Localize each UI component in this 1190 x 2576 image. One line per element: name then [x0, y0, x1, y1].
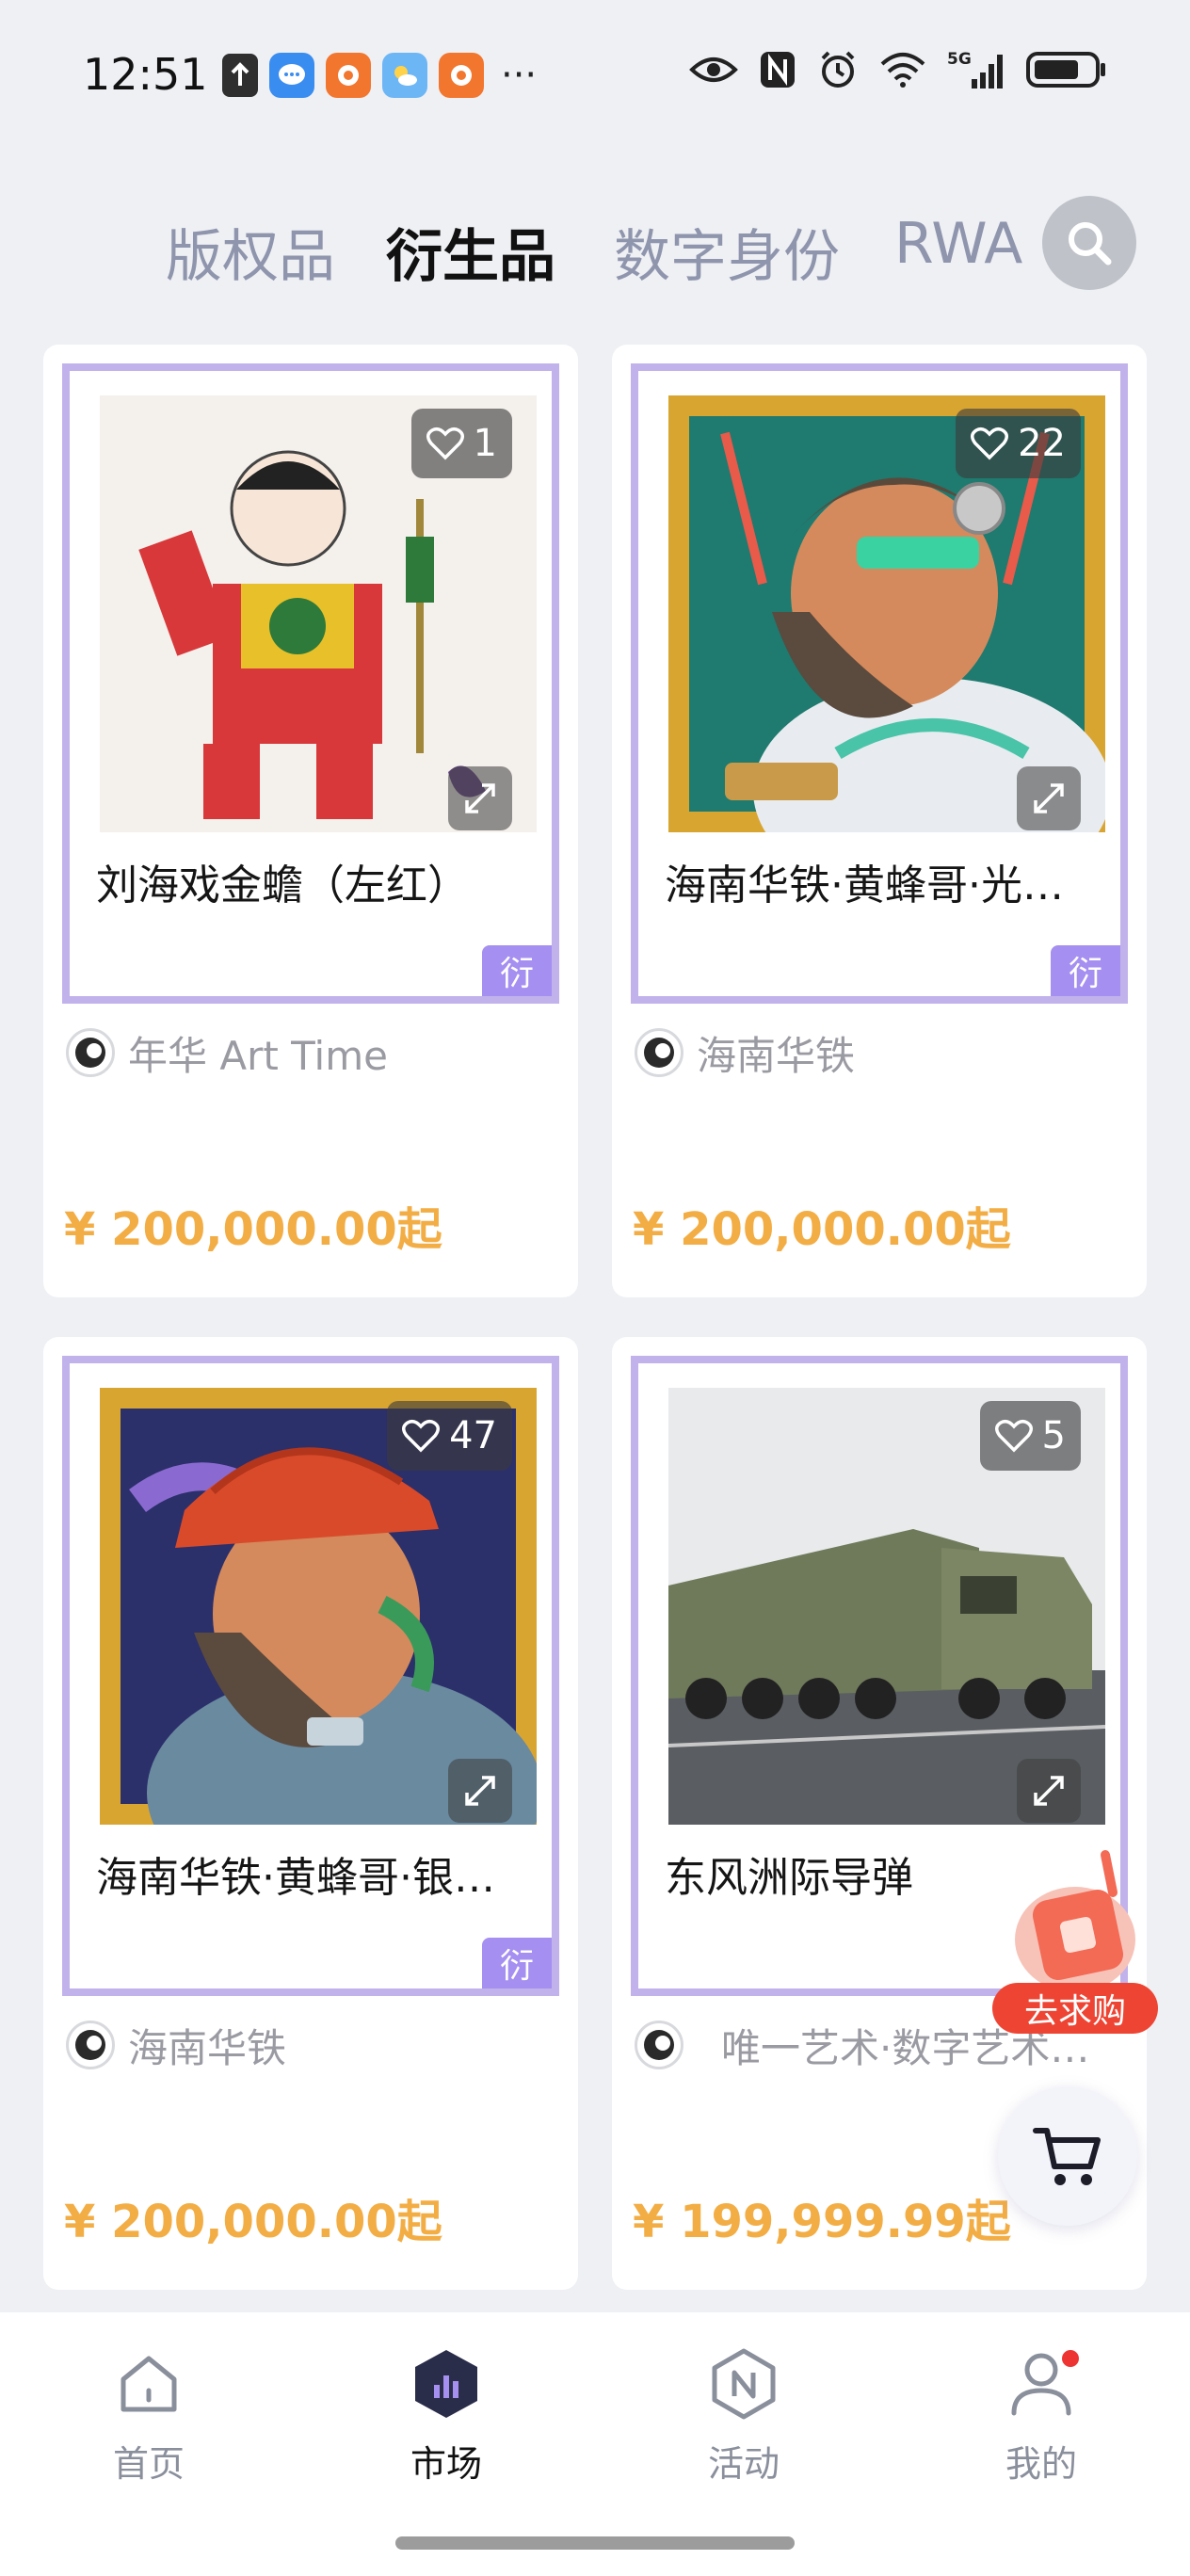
like-count: 47 [449, 1414, 497, 1457]
avatar [66, 2021, 115, 2069]
message-app-icon [269, 53, 314, 98]
product-title: 海南华铁·黄蜂哥·光… [665, 861, 1064, 910]
cart-icon [1033, 2128, 1101, 2185]
search-icon [1069, 222, 1112, 266]
like-count: 22 [1018, 422, 1066, 465]
product-price: ¥ 199,999.99起 [633, 2196, 1011, 2248]
home-indicator[interactable] [395, 2536, 795, 2550]
notification-icons: ··· [222, 53, 537, 98]
gift-box-icon [1015, 1850, 1135, 1992]
tab-digital-identity[interactable]: 数字身份 [614, 211, 840, 293]
like-button[interactable]: 47 [387, 1401, 512, 1471]
category-tabs: 版权品 衍生品 数字身份 RWA [0, 188, 1190, 301]
artwork-frame: 1 刘海戏金蟾（左红） 衍 [62, 363, 559, 1004]
signal-icon: 5G [947, 49, 1005, 90]
heart-icon [426, 427, 464, 460]
alarm-icon [817, 49, 859, 90]
system-icons: 5G [689, 49, 1107, 90]
derivative-tag: 衍 [1051, 945, 1120, 996]
like-count: 1 [473, 422, 497, 465]
tab-rwa[interactable]: RWA [894, 211, 1022, 277]
like-button[interactable]: 1 [410, 409, 512, 478]
product-card[interactable]: 22 海南华铁·黄蜂哥·光… 衍 海南华铁 ¥ 200,000.00起 [612, 345, 1147, 1297]
product-card[interactable]: 1 刘海戏金蟾（左红） 衍 年华 Art Time ¥ 200,000.00起 [43, 345, 578, 1297]
activity-icon [706, 2346, 781, 2422]
nav-home[interactable]: 首页 [55, 2346, 243, 2487]
status-bar: 12:51 ··· 5G [0, 0, 1190, 141]
product-price: ¥ 200,000.00起 [64, 2196, 442, 2248]
battery-icon [1026, 51, 1107, 89]
product-price: ¥ 200,000.00起 [64, 1203, 442, 1256]
author-row[interactable]: 海南华铁 [66, 2017, 555, 2073]
author-row[interactable]: 海南华铁 [635, 1024, 1124, 1081]
like-count: 5 [1041, 1414, 1066, 1457]
nfc-icon [759, 50, 796, 89]
nav-home-label: 首页 [112, 2443, 185, 2485]
derivative-tag: 衍 [482, 1938, 552, 1988]
like-button[interactable]: 22 [956, 409, 1081, 478]
avatar [66, 1028, 115, 1077]
eye-icon [689, 55, 738, 85]
nav-profile-label: 我的 [1005, 2443, 1077, 2485]
cart-button[interactable] [998, 2086, 1137, 2226]
upload-icon [222, 54, 258, 97]
nav-profile[interactable]: 我的 [947, 2346, 1135, 2487]
nav-activity-label: 活动 [707, 2443, 780, 2485]
author-name: 年华 Art Time [128, 1032, 388, 1079]
go-buy-button[interactable]: 去求购 [992, 1836, 1158, 2034]
like-button[interactable]: 5 [979, 1401, 1081, 1471]
status-time: 12:51 [83, 49, 208, 100]
product-card[interactable]: 47 海南华铁·黄蜂哥·银… 衍 海南华铁 ¥ 200,000.00起 [43, 1337, 578, 2290]
tab-copyright[interactable]: 版权品 [166, 211, 335, 293]
nav-market-label: 市场 [410, 2443, 482, 2485]
weather-app-icon [382, 53, 427, 98]
artwork-frame: 47 海南华铁·黄蜂哥·银… 衍 [62, 1356, 559, 1996]
expand-icon [1034, 783, 1064, 813]
heart-icon [971, 427, 1009, 460]
author-row[interactable]: 年华 Art Time [66, 1024, 555, 1081]
expand-button[interactable] [1017, 1759, 1081, 1823]
product-title: 刘海戏金蟾（左红） [96, 861, 469, 910]
expand-icon [465, 783, 495, 813]
expand-icon [465, 1776, 495, 1806]
more-notifications-icon: ··· [501, 54, 538, 97]
expand-button[interactable] [1017, 766, 1081, 830]
nav-activity[interactable]: 活动 [650, 2346, 838, 2487]
expand-button[interactable] [448, 766, 512, 830]
market-icon [409, 2346, 484, 2422]
heart-icon [402, 1419, 441, 1453]
go-buy-label: 去求购 [992, 1983, 1158, 2034]
notification-dot [1062, 2350, 1079, 2367]
artwork-frame: 22 海南华铁·黄蜂哥·光… 衍 [631, 363, 1128, 1004]
market-page: 12:51 ··· 5G 版权品 衍生品 数字身份 RWA 1 刘海戏金蟾（左红… [0, 0, 1190, 2576]
nav-market[interactable]: 市场 [352, 2346, 540, 2487]
avatar [635, 2021, 683, 2069]
product-title: 海南华铁·黄蜂哥·银… [96, 1854, 495, 1902]
author-name: 海南华铁 [128, 2024, 287, 2071]
author-name: 海南华铁 [697, 1032, 856, 1079]
heart-icon [994, 1419, 1033, 1453]
product-price: ¥ 200,000.00起 [633, 1203, 1011, 1256]
shop-app-icon [439, 53, 484, 98]
network-type-label: 5G [947, 50, 972, 69]
home-icon [111, 2346, 186, 2422]
wifi-icon [879, 51, 926, 89]
derivative-tag: 衍 [482, 945, 552, 996]
search-button[interactable] [1042, 196, 1136, 290]
shop-app-icon [326, 53, 371, 98]
expand-icon [1034, 1776, 1064, 1806]
tab-derivatives[interactable]: 衍生品 [386, 211, 555, 293]
avatar [635, 1028, 683, 1077]
expand-button[interactable] [448, 1759, 512, 1823]
